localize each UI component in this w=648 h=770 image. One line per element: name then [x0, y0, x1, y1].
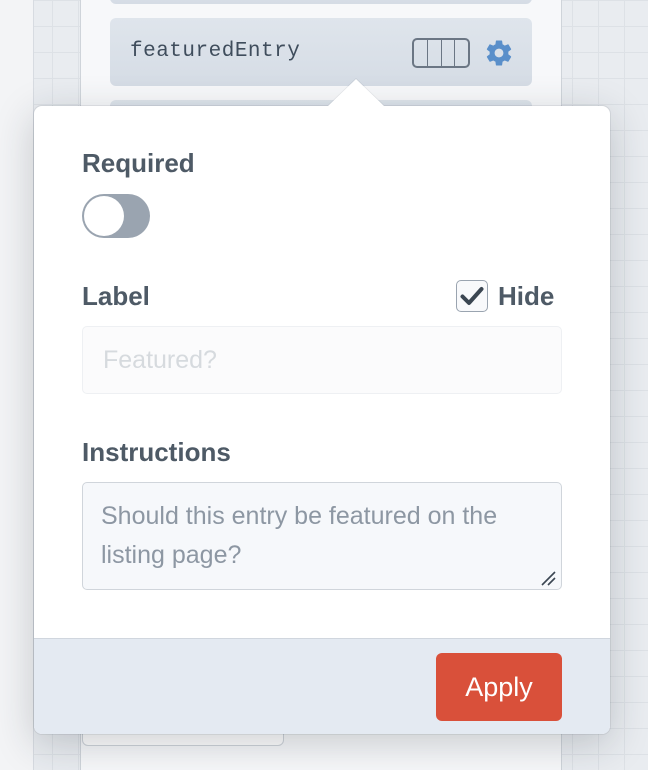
toggle-knob [84, 196, 124, 236]
field-pill-previous[interactable] [110, 0, 532, 4]
required-toggle[interactable] [82, 194, 150, 238]
gear-icon[interactable] [484, 38, 514, 68]
label-input[interactable] [82, 326, 562, 394]
hide-label-checkbox[interactable]: Hide [456, 280, 554, 312]
hide-label: Hide [498, 280, 555, 311]
field-settings-hud: Required Label Hide Instructions Should … [34, 79, 610, 734]
apply-button[interactable]: Apply [436, 653, 562, 721]
checkbox-checked[interactable] [456, 280, 488, 312]
instructions-textarea[interactable]: Should this entry be featured on the lis… [82, 482, 562, 590]
hud-footer: Apply [34, 638, 610, 734]
page-background-strip [0, 0, 34, 770]
field-handle: featuredEntry [130, 40, 301, 63]
field-pill-featured-entry[interactable]: featuredEntry [110, 18, 532, 86]
label-field-label: Label [82, 281, 150, 311]
field-width-icon[interactable] [412, 38, 470, 68]
checkmark-icon [460, 287, 484, 305]
required-label: Required [82, 148, 195, 178]
instructions-label: Instructions [82, 437, 231, 467]
resize-handle-icon[interactable] [540, 570, 556, 586]
hud-pointer [328, 79, 384, 106]
